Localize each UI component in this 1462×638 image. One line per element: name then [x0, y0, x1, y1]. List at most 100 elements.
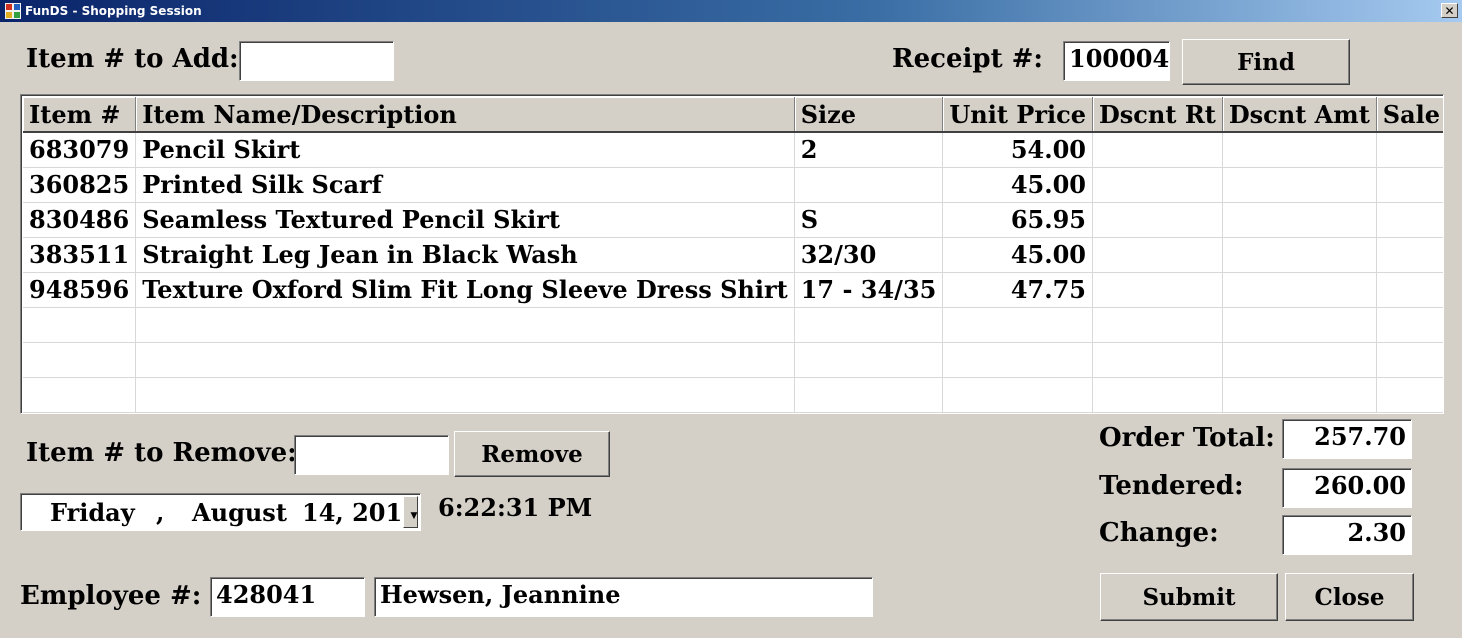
column-header-item-number[interactable]: Item # — [23, 97, 137, 133]
submit-button[interactable]: Submit — [1100, 573, 1278, 621]
find-button[interactable]: Find — [1182, 39, 1350, 85]
cell-unit-price[interactable] — [942, 377, 1093, 413]
cell-unit-price[interactable]: 54.00 — [942, 132, 1093, 168]
tendered-label: Tendered: — [1099, 471, 1244, 501]
cell-size[interactable]: 32/30 — [794, 237, 944, 273]
cell-discount-amount[interactable] — [1222, 167, 1377, 203]
cell-description[interactable]: Straight Leg Jean in Black Wash — [135, 237, 795, 273]
date-separator: , — [156, 498, 165, 527]
cell-size[interactable] — [794, 377, 944, 413]
date-picker[interactable]: Friday , August 14, 2015 ▼ — [20, 493, 421, 531]
cell-discount-amount[interactable] — [1222, 342, 1377, 378]
grid-header-row: Item # Item Name/Description Size Unit P… — [23, 97, 1443, 133]
cell-description[interactable]: Seamless Textured Pencil Skirt — [135, 202, 795, 238]
date-weekday: Friday — [50, 498, 135, 527]
cell-item-number[interactable] — [23, 342, 137, 378]
cell-unit-price[interactable]: 45.00 — [942, 167, 1093, 203]
table-row[interactable]: 360825Printed Silk Scarf 45.00 45.00 — [23, 167, 1443, 203]
cell-sale-price[interactable]: 65.95 — [1376, 202, 1443, 238]
column-header-discount-amount[interactable]: Dscnt Amt — [1222, 97, 1377, 133]
cell-description[interactable]: Printed Silk Scarf — [135, 167, 795, 203]
change-field: 2.30 — [1282, 515, 1412, 555]
table-row[interactable] — [23, 342, 1443, 378]
cell-unit-price[interactable]: 47.75 — [942, 272, 1093, 308]
table-row[interactable]: 383511 Straight Leg Jean in Black Wash 32/… — [23, 237, 1443, 273]
cell-item-number[interactable] — [23, 377, 137, 413]
employee-number-input[interactable]: 428041 — [210, 577, 365, 617]
cell-unit-price[interactable] — [942, 307, 1093, 343]
cell-discount-rate[interactable] — [1092, 202, 1223, 238]
column-header-sale-price[interactable]: Sale Price — [1376, 97, 1443, 133]
cell-sale-price[interactable]: 45.00 — [1376, 237, 1443, 273]
cell-discount-amount[interactable] — [1222, 272, 1377, 308]
cell-sale-price[interactable]: 54.00 — [1376, 132, 1443, 168]
cell-unit-price[interactable]: 45.00 — [942, 237, 1093, 273]
find-button-label: Find — [1237, 48, 1295, 76]
tendered-field[interactable]: 260.00 — [1282, 468, 1412, 508]
add-item-input[interactable] — [239, 41, 394, 81]
cell-size[interactable] — [794, 307, 944, 343]
order-total-field: 257.70 — [1282, 419, 1412, 459]
receipt-label: Receipt #: — [892, 44, 1044, 74]
cell-discount-rate[interactable] — [1092, 342, 1223, 378]
cell-sale-price[interactable]: 47.75 — [1376, 272, 1443, 308]
cell-discount-amount[interactable] — [1222, 237, 1377, 273]
cell-unit-price[interactable] — [942, 342, 1093, 378]
table-row[interactable]: 948596 Texture Oxford Slim Fit Long Sleev… — [23, 272, 1443, 308]
cell-discount-rate[interactable] — [1092, 132, 1223, 168]
column-header-discount-rate[interactable]: Dscnt Rt — [1092, 97, 1223, 133]
cell-sale-price[interactable] — [1376, 342, 1443, 378]
date-dropdown-button[interactable]: ▼ — [403, 496, 418, 528]
cell-discount-amount[interactable] — [1222, 307, 1377, 343]
cell-unit-price[interactable]: 65.95 — [942, 202, 1093, 238]
cell-discount-amount[interactable] — [1222, 377, 1377, 413]
cell-discount-rate[interactable] — [1092, 167, 1223, 203]
cell-size[interactable] — [794, 167, 944, 203]
cell-item-number[interactable]: 683079 — [23, 132, 137, 168]
date-day-year: 14, 2015 — [302, 498, 419, 527]
cell-description[interactable]: Texture Oxford Slim Fit Long Sleeve Dres… — [135, 272, 795, 308]
cell-description[interactable]: Pencil Skirt — [135, 132, 795, 168]
cell-sale-price[interactable] — [1376, 307, 1443, 343]
column-header-description[interactable]: Item Name/Description — [135, 97, 795, 133]
cell-size[interactable]: 17 - 34/35 — [794, 272, 944, 308]
remove-button-label: Remove — [481, 440, 583, 468]
employee-label: Employee #: — [20, 581, 202, 611]
remove-item-label: Item # to Remove: — [26, 438, 297, 468]
cell-item-number[interactable]: 830486 — [23, 202, 137, 238]
cell-size[interactable]: 2 — [794, 132, 944, 168]
close-icon: ✕ — [1444, 4, 1455, 18]
window-close-button[interactable]: ✕ — [1441, 3, 1458, 18]
cell-discount-amount[interactable] — [1222, 132, 1377, 168]
column-header-unit-price[interactable]: Unit Price — [942, 97, 1093, 133]
table-row[interactable] — [23, 377, 1443, 413]
date-month: August — [192, 498, 287, 527]
cell-discount-rate[interactable] — [1092, 237, 1223, 273]
cell-size[interactable] — [794, 342, 944, 378]
receipt-number-input[interactable]: 100004 — [1063, 41, 1170, 81]
items-grid[interactable]: Item # Item Name/Description Size Unit P… — [20, 94, 1444, 414]
cell-description[interactable] — [135, 377, 795, 413]
close-button[interactable]: Close — [1285, 573, 1414, 621]
remove-button[interactable]: Remove — [454, 431, 610, 477]
table-row[interactable] — [23, 307, 1443, 343]
cell-size[interactable]: S — [794, 202, 944, 238]
cell-sale-price[interactable] — [1376, 377, 1443, 413]
table-row[interactable]: 830486 Seamless Textured Pencil Skirt S 65.… — [23, 202, 1443, 238]
cell-item-number[interactable]: 360825 — [23, 167, 137, 203]
cell-discount-rate[interactable] — [1092, 377, 1223, 413]
cell-discount-rate[interactable] — [1092, 272, 1223, 308]
cell-description[interactable] — [135, 342, 795, 378]
cell-item-number[interactable] — [23, 307, 137, 343]
cell-discount-amount[interactable] — [1222, 202, 1377, 238]
cell-discount-rate[interactable] — [1092, 307, 1223, 343]
add-item-label: Item # to Add: — [26, 44, 239, 74]
cell-item-number[interactable]: 383511 — [23, 237, 137, 273]
order-total-label: Order Total: — [1099, 423, 1275, 453]
cell-description[interactable] — [135, 307, 795, 343]
remove-item-input[interactable] — [294, 435, 449, 475]
column-header-size[interactable]: Size — [794, 97, 944, 133]
cell-item-number[interactable]: 948596 — [23, 272, 137, 308]
cell-sale-price[interactable]: 45.00 — [1376, 167, 1443, 203]
table-row[interactable]: 683079Pencil Skirt254.0054.00 — [23, 132, 1443, 168]
